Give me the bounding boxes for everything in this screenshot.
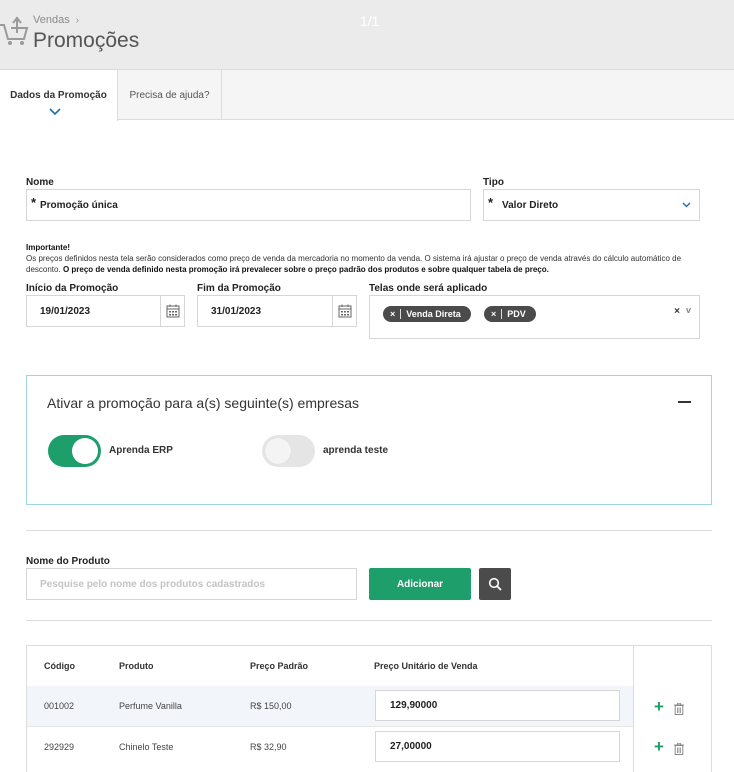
unit-price-input[interactable]: 129,90000 [375, 690, 620, 721]
chip-label: Venda Direta [406, 309, 461, 319]
clear-all-button[interactable]: × [674, 306, 680, 317]
chip-remove-button[interactable]: × [491, 309, 503, 319]
name-value: Promoção única [40, 199, 118, 211]
type-label: Tipo [483, 177, 504, 188]
calendar-icon [166, 304, 179, 318]
type-value: Valor Direto [502, 199, 559, 211]
plus-icon[interactable]: + [654, 738, 664, 755]
dropdown-caret-icon[interactable]: v [686, 305, 691, 315]
chip-remove-button[interactable]: × [390, 309, 402, 319]
notice-bold-text: O preço de venda definido nesta promoção… [62, 265, 549, 274]
collapse-icon[interactable] [678, 401, 691, 403]
cell-default-price: R$ 32,90 [250, 742, 287, 752]
breadcrumb-vendas[interactable]: Vendas [33, 14, 70, 26]
important-notice: Importante! Os preços definidos nesta te… [26, 242, 716, 275]
chevron-right-icon: › [75, 14, 80, 26]
row-actions: + [654, 738, 684, 758]
column-header-product: Produto [119, 661, 154, 671]
toggle-knob [72, 438, 98, 464]
calendar-button[interactable] [332, 296, 356, 326]
start-date-field[interactable]: 19/01/2023 [26, 295, 185, 327]
notice-title: Importante! [26, 243, 70, 252]
name-field[interactable]: * Promoção única [26, 189, 471, 221]
cart-icon [0, 16, 29, 45]
calendar-button[interactable] [160, 296, 184, 326]
required-mark: * [488, 195, 494, 210]
name-label: Nome [26, 177, 54, 188]
table-row: 001002 Perfume Vanilla R$ 150,00 129,900… [27, 686, 633, 726]
required-mark: * [31, 195, 37, 210]
company-label: aprenda teste [323, 445, 389, 456]
end-date-value: 31/01/2023 [211, 305, 262, 317]
product-search-input[interactable] [26, 568, 357, 600]
column-header-default-price: Preço Padrão [250, 661, 309, 671]
divider [26, 620, 712, 621]
row-actions: + [654, 698, 684, 718]
column-header-code: Código [44, 661, 75, 671]
table-row: 292929 Chinelo Teste R$ 32,90 27,00000 [27, 726, 633, 766]
page-title: Promoções [33, 29, 140, 52]
type-select[interactable]: * Valor Direto [483, 189, 700, 221]
search-icon [488, 577, 502, 591]
actions-column-border [633, 646, 634, 772]
start-date-value: 19/01/2023 [40, 305, 91, 317]
cell-product: Perfume Vanilla [119, 701, 182, 711]
page-counter: 1/1 [360, 13, 380, 29]
trash-icon[interactable] [674, 743, 684, 755]
toggle-aprenda-teste[interactable] [262, 435, 315, 467]
products-table: Código Produto Preço Padrão Preço Unitár… [26, 645, 712, 772]
cell-default-price: R$ 150,00 [250, 701, 292, 711]
tab-dados-da-promocao[interactable]: Dados da Promoção [0, 70, 118, 121]
chevron-down-icon [49, 108, 61, 116]
companies-panel-title: Ativar a promoção para a(s) seguinte(s) … [47, 395, 360, 411]
end-date-field[interactable]: 31/01/2023 [197, 295, 357, 327]
tab-label: Precisa de ajuda? [129, 89, 210, 101]
cell-code: 001002 [44, 701, 75, 711]
chip-pdv: × PDV [484, 306, 536, 322]
end-date-label: Fim da Promoção [197, 283, 281, 294]
search-button[interactable] [479, 568, 511, 600]
page-header: Vendas › Promoções 1/1 [0, 0, 734, 70]
company-label: Aprenda ERP [109, 445, 173, 456]
product-name-label: Nome do Produto [26, 556, 110, 567]
trash-icon[interactable] [674, 703, 684, 715]
tab-label: Dados da Promoção [10, 90, 107, 101]
column-header-unit-price: Preço Unitário de Venda [374, 661, 478, 671]
screens-multiselect[interactable]: × Venda Direta × PDV × v [369, 295, 700, 339]
companies-panel: Ativar a promoção para a(s) seguinte(s) … [26, 375, 712, 505]
screens-label: Telas onde será aplicado [369, 283, 488, 294]
unit-price-input[interactable]: 27,00000 [375, 731, 620, 762]
unit-price-value: 129,90000 [390, 700, 438, 711]
chip-venda-direta: × Venda Direta [383, 306, 471, 322]
cell-code: 292929 [44, 742, 75, 752]
breadcrumb: Vendas › [33, 14, 79, 26]
tab-bar: Dados da Promoção Precisa de ajuda? [0, 70, 734, 121]
divider [26, 530, 712, 531]
add-product-button[interactable]: Adicionar [369, 568, 471, 600]
chip-label: PDV [507, 309, 526, 319]
unit-price-value: 27,00000 [390, 741, 432, 752]
start-date-label: Início da Promoção [26, 283, 119, 294]
toggle-aprenda-erp[interactable] [48, 435, 101, 467]
chevron-down-icon [682, 202, 691, 208]
calendar-icon [338, 304, 351, 318]
cell-product: Chinelo Teste [119, 742, 174, 752]
plus-icon[interactable]: + [654, 698, 664, 715]
toggle-knob [265, 438, 291, 464]
tab-precisa-de-ajuda[interactable]: Precisa de ajuda? [118, 70, 222, 120]
